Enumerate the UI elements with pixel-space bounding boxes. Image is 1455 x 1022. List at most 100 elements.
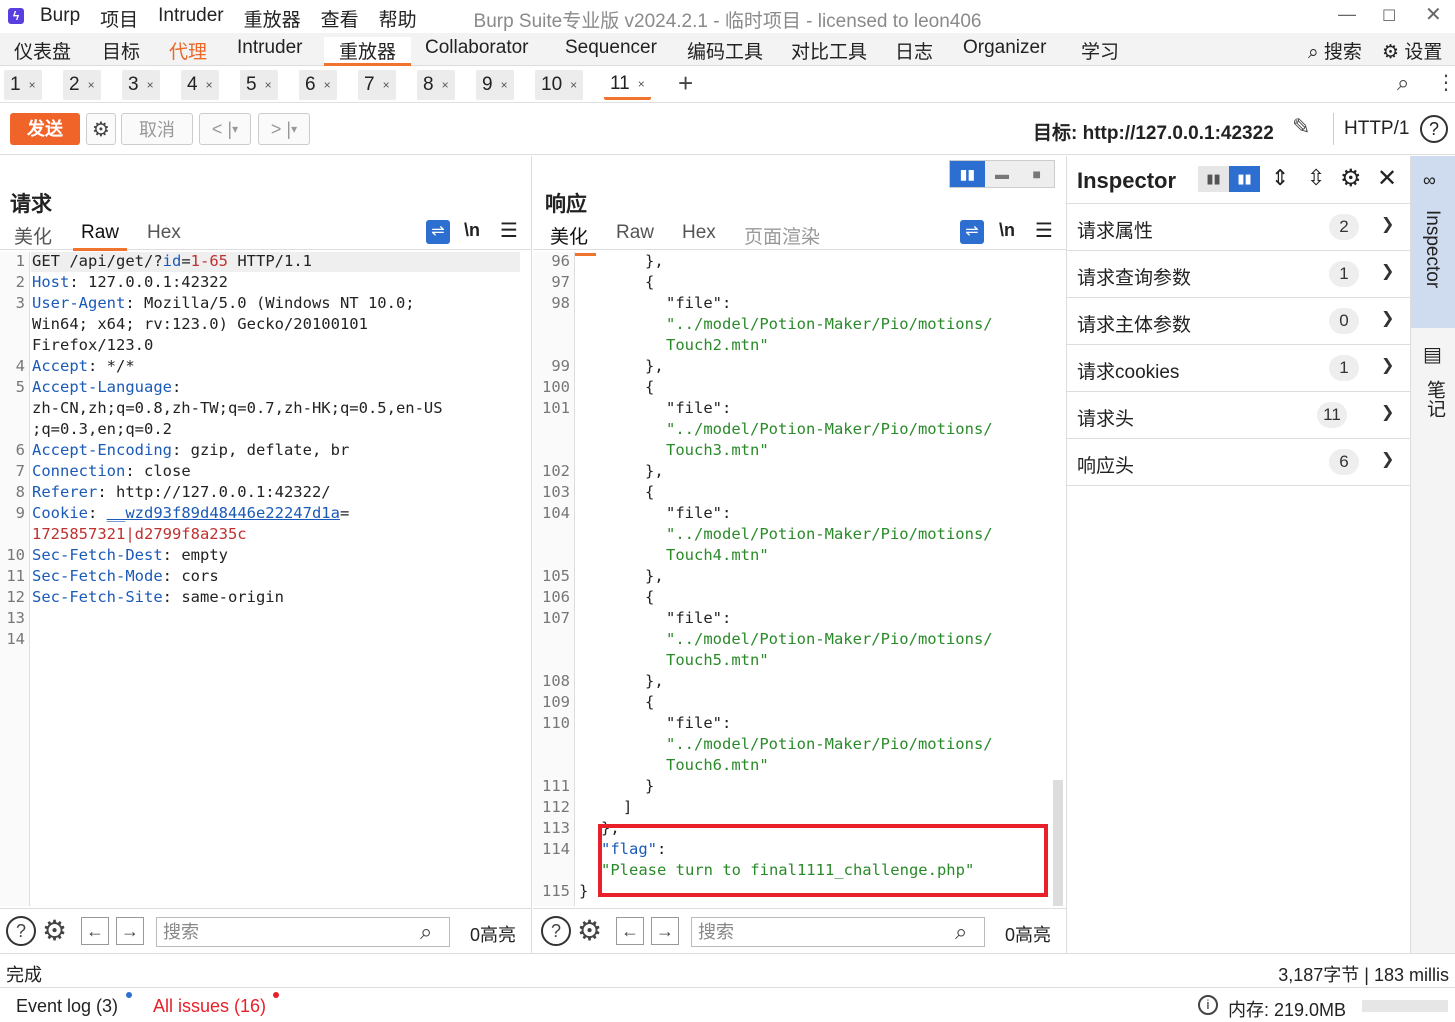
close-tab-icon[interactable]: × — [501, 78, 508, 92]
tab-repeater[interactable]: 重放器 — [324, 37, 412, 66]
menu-repeater[interactable]: 重放器 — [244, 5, 301, 32]
help-icon[interactable]: ? — [1420, 115, 1448, 143]
gear-icon[interactable]: ⚙ — [1340, 164, 1362, 193]
close-tab-icon[interactable]: × — [147, 78, 154, 92]
cancel-button[interactable]: 取消 — [121, 113, 193, 145]
search-tabs-icon[interactable]: ⌕ — [1397, 70, 1409, 96]
tab-raw[interactable]: Raw — [616, 222, 654, 244]
settings-gear-icon[interactable]: ⚙ — [86, 113, 116, 145]
back-button[interactable]: < | ▾ — [199, 113, 251, 145]
menu-icon[interactable]: ☰ — [1035, 218, 1053, 243]
inspector-row-cookies[interactable]: 请求cookies 1 ❯ — [1067, 345, 1411, 392]
menu-burp[interactable]: Burp — [40, 5, 80, 32]
inspector-row-request-headers[interactable]: 请求头 11 ❯ — [1067, 392, 1411, 439]
all-issues-link[interactable]: All issues (16) — [153, 996, 266, 1017]
repeater-tab-8[interactable]: 8 × — [417, 70, 455, 100]
repeater-tab-3[interactable]: 3 × — [122, 70, 160, 100]
close-tab-icon[interactable]: × — [29, 78, 36, 92]
close-tab-icon[interactable]: × — [442, 78, 449, 92]
gear-icon[interactable]: ⚙ — [42, 914, 67, 947]
request-editor[interactable]: 1 2 3 4 5 6 7 8 9 10 11 12 13 14 GET /ap… — [0, 252, 531, 906]
global-settings[interactable]: ⚙ 设置 — [1382, 37, 1442, 64]
tab-comparer[interactable]: 对比工具 — [791, 37, 867, 64]
http-version[interactable]: HTTP/1 — [1344, 118, 1409, 140]
minimize-icon[interactable]: — — [1338, 4, 1356, 25]
layout-left-icon[interactable]: ▮▮ — [1198, 166, 1229, 192]
menu-intruder[interactable]: Intruder — [158, 5, 223, 32]
arrow-left-icon[interactable]: ← — [81, 917, 109, 945]
arrow-left-icon[interactable]: ← — [616, 917, 644, 945]
menu-help[interactable]: 帮助 — [379, 5, 417, 32]
gear-icon[interactable]: ⚙ — [577, 914, 602, 947]
layout-split-icon[interactable]: ▮▮ — [950, 161, 985, 187]
close-icon[interactable]: ✕ — [1377, 164, 1397, 193]
scrollbar-thumb[interactable] — [1053, 780, 1063, 906]
tab-target[interactable]: 目标 — [102, 37, 140, 64]
repeater-tab-6[interactable]: 6 × — [299, 70, 337, 100]
tab-raw[interactable]: Raw — [73, 222, 128, 251]
tab-proxy[interactable]: 代理 — [169, 37, 207, 64]
collapse-all-icon[interactable]: ⇳ — [1307, 165, 1325, 191]
close-tab-icon[interactable]: × — [88, 78, 95, 92]
sidebar-tab-notes[interactable]: ▤ 笔记 — [1411, 336, 1455, 436]
inspector-row-body-params[interactable]: 请求主体参数 0 ❯ — [1067, 298, 1411, 345]
search-input[interactable]: 搜索 — [691, 917, 985, 947]
more-icon[interactable]: ⋮ — [1436, 70, 1455, 95]
tab-organizer[interactable]: Organizer — [963, 37, 1046, 59]
repeater-tab-4[interactable]: 4 × — [181, 70, 219, 100]
layout-right-icon[interactable]: ▮▮ — [1229, 166, 1260, 192]
tab-learn[interactable]: 学习 — [1081, 37, 1119, 64]
tab-decoder[interactable]: 编码工具 — [687, 37, 763, 64]
repeater-tab-1[interactable]: 1 × — [4, 70, 42, 100]
tab-collaborator[interactable]: Collaborator — [425, 37, 529, 59]
tab-sequencer[interactable]: Sequencer — [565, 37, 657, 59]
tab-pretty[interactable]: 美化 — [542, 222, 597, 256]
repeater-tab-9[interactable]: 9 × — [476, 70, 514, 100]
help-icon[interactable]: ? — [541, 916, 571, 946]
search-input[interactable]: 搜索 — [156, 917, 450, 947]
tab-logger[interactable]: 日志 — [895, 37, 933, 64]
global-search[interactable]: ⌕ 搜索 — [1308, 37, 1362, 64]
close-icon[interactable]: ✕ — [1425, 2, 1442, 27]
newline-toggle[interactable]: \n — [999, 220, 1015, 241]
tab-hex[interactable]: Hex — [682, 222, 716, 244]
close-tab-icon[interactable]: × — [265, 78, 272, 92]
sidebar-tab-inspector[interactable]: ∞ Inspector — [1411, 156, 1455, 328]
maximize-icon[interactable]: ☐ — [1382, 6, 1396, 26]
wrap-icon[interactable]: ⇌ — [426, 220, 450, 244]
close-tab-icon[interactable]: × — [324, 78, 331, 92]
expand-all-icon[interactable]: ⇕ — [1271, 165, 1289, 191]
menu-icon[interactable]: ☰ — [500, 218, 518, 243]
inspector-row-query-params[interactable]: 请求查询参数 1 ❯ — [1067, 251, 1411, 298]
tab-hex[interactable]: Hex — [147, 222, 181, 244]
arrow-right-icon[interactable]: → — [651, 917, 679, 945]
add-tab-icon[interactable]: + — [678, 68, 693, 99]
event-log-link[interactable]: Event log (3) — [16, 996, 118, 1017]
repeater-tab-5[interactable]: 5 × — [240, 70, 278, 100]
repeater-tab-2[interactable]: 2 × — [63, 70, 101, 100]
tab-render[interactable]: 页面渲染 — [744, 222, 820, 249]
close-tab-icon[interactable]: × — [638, 77, 645, 91]
edit-pencil-icon[interactable]: ✎ — [1292, 114, 1310, 140]
newline-toggle[interactable]: \n — [464, 220, 480, 241]
layout-horizontal-icon[interactable]: ▬ — [985, 161, 1020, 187]
tab-dashboard[interactable]: 仪表盘 — [14, 37, 71, 64]
tab-pretty[interactable]: 美化 — [14, 222, 52, 249]
close-tab-icon[interactable]: × — [570, 78, 577, 92]
close-tab-icon[interactable]: × — [206, 78, 213, 92]
inspector-row-response-headers[interactable]: 响应头 6 ❯ — [1067, 439, 1411, 486]
wrap-icon[interactable]: ⇌ — [960, 220, 984, 244]
arrow-right-icon[interactable]: → — [116, 917, 144, 945]
forward-button[interactable]: > | ▾ — [258, 113, 310, 145]
help-icon[interactable]: ? — [6, 916, 36, 946]
send-button[interactable]: 发送 — [10, 113, 80, 145]
close-tab-icon[interactable]: × — [383, 78, 390, 92]
tab-intruder[interactable]: Intruder — [237, 37, 302, 59]
repeater-tab-7[interactable]: 7 × — [358, 70, 396, 100]
response-editor[interactable]: 96 97 98 99 100 101 102 103 104 105 106 … — [533, 252, 1066, 906]
layout-tabs-icon[interactable]: ■ — [1019, 161, 1054, 187]
menu-view[interactable]: 查看 — [321, 5, 359, 32]
inspector-row-request-attributes[interactable]: 请求属性 2 ❯ — [1067, 204, 1411, 251]
repeater-tab-11[interactable]: 11 × — [604, 70, 651, 100]
repeater-tab-10[interactable]: 10 × — [535, 70, 584, 100]
